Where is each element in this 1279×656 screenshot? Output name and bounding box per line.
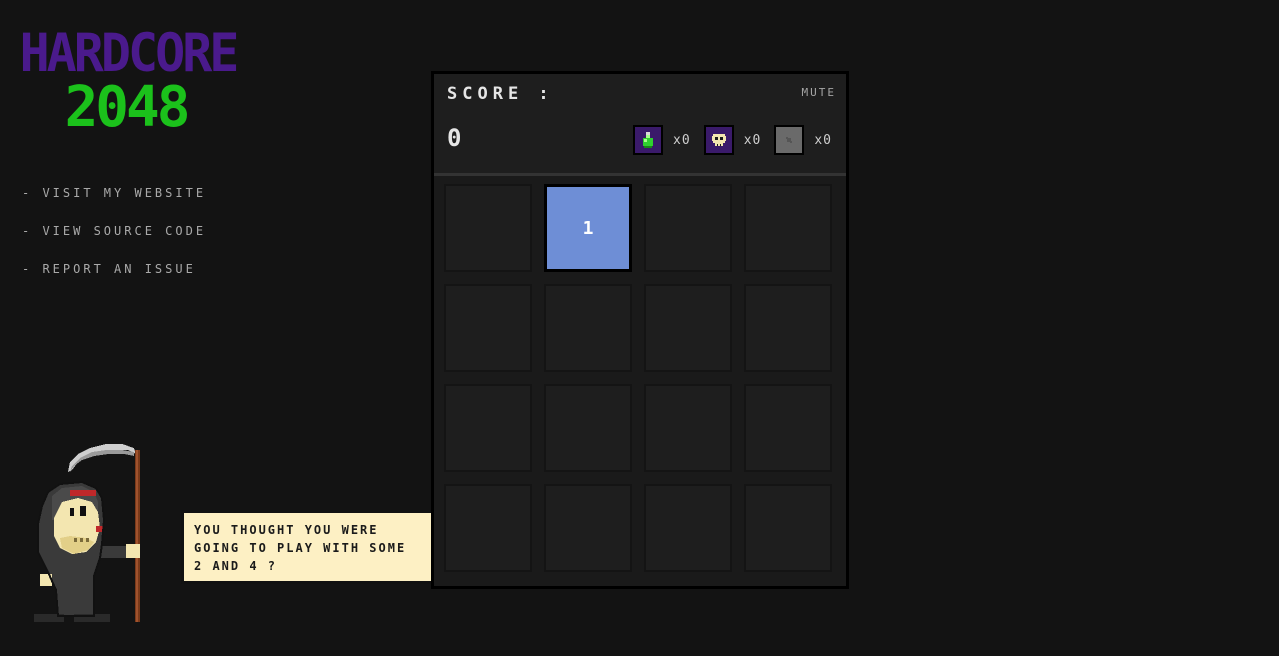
speech-line-1: YOU THOUGHT YOU WERE (194, 523, 379, 537)
grid-cell (644, 384, 732, 472)
speech-bubble: YOU THOUGHT YOU WERE GOING TO PLAY WITH … (181, 510, 436, 584)
visit-website-link[interactable]: - VISIT MY WEBSITE (22, 184, 206, 222)
score-label: SCORE : (447, 84, 554, 104)
side-links: - VISIT MY WEBSITE - VIEW SOURCE CODE - … (22, 184, 206, 298)
skull-icon[interactable] (703, 125, 734, 155)
page: HARDCORE 2048 - VISIT MY WEBSITE - VIEW … (0, 0, 1279, 656)
potion-icon[interactable] (633, 125, 664, 155)
powerups: x0 x0 x0 (620, 125, 832, 155)
grid-cell (744, 284, 832, 372)
powerup-potion: x0 (633, 125, 691, 155)
game-board: SCORE : MUTE 0 x0 x0 x0 1 (431, 71, 849, 589)
tile-grid[interactable]: 1 (444, 184, 832, 572)
tile: 1 (544, 184, 632, 272)
grid-cell (744, 484, 832, 572)
grid-cell (744, 184, 832, 272)
grid-cell (744, 384, 832, 472)
grid-cell (444, 384, 532, 472)
speech-line-2: GOING TO PLAY WITH SOME (194, 541, 407, 555)
grid-cell (544, 484, 632, 572)
grid-cell (444, 284, 532, 372)
score-value: 0 (447, 124, 462, 152)
logo-title: HARDCORE (19, 22, 240, 84)
logo-subtitle: 2048 (64, 75, 191, 140)
locked-icon[interactable] (774, 125, 805, 155)
grim-reaper-icon (30, 440, 155, 630)
score-header: SCORE : MUTE 0 x0 x0 x0 (434, 74, 846, 176)
grid-cell (544, 284, 632, 372)
grid-cell (544, 384, 632, 472)
powerup-locked: x0 (774, 125, 832, 155)
grid-cell (644, 284, 732, 372)
powerup-skull: x0 (703, 125, 762, 155)
skull-count: x0 (743, 132, 762, 148)
locked-count: x0 (814, 132, 832, 148)
grid-cell (444, 484, 532, 572)
game-logo: HARDCORE 2048 (10, 22, 246, 136)
report-issue-link[interactable]: - REPORT AN ISSUE (22, 260, 206, 298)
grid-cell (644, 184, 732, 272)
grid-cell (444, 184, 532, 272)
mute-button[interactable]: MUTE (802, 86, 837, 99)
view-source-link[interactable]: - VIEW SOURCE CODE (22, 222, 206, 260)
speech-line-3: 2 AND 4 ? (194, 559, 278, 573)
grid-cell (644, 484, 732, 572)
potion-count: x0 (673, 132, 691, 148)
